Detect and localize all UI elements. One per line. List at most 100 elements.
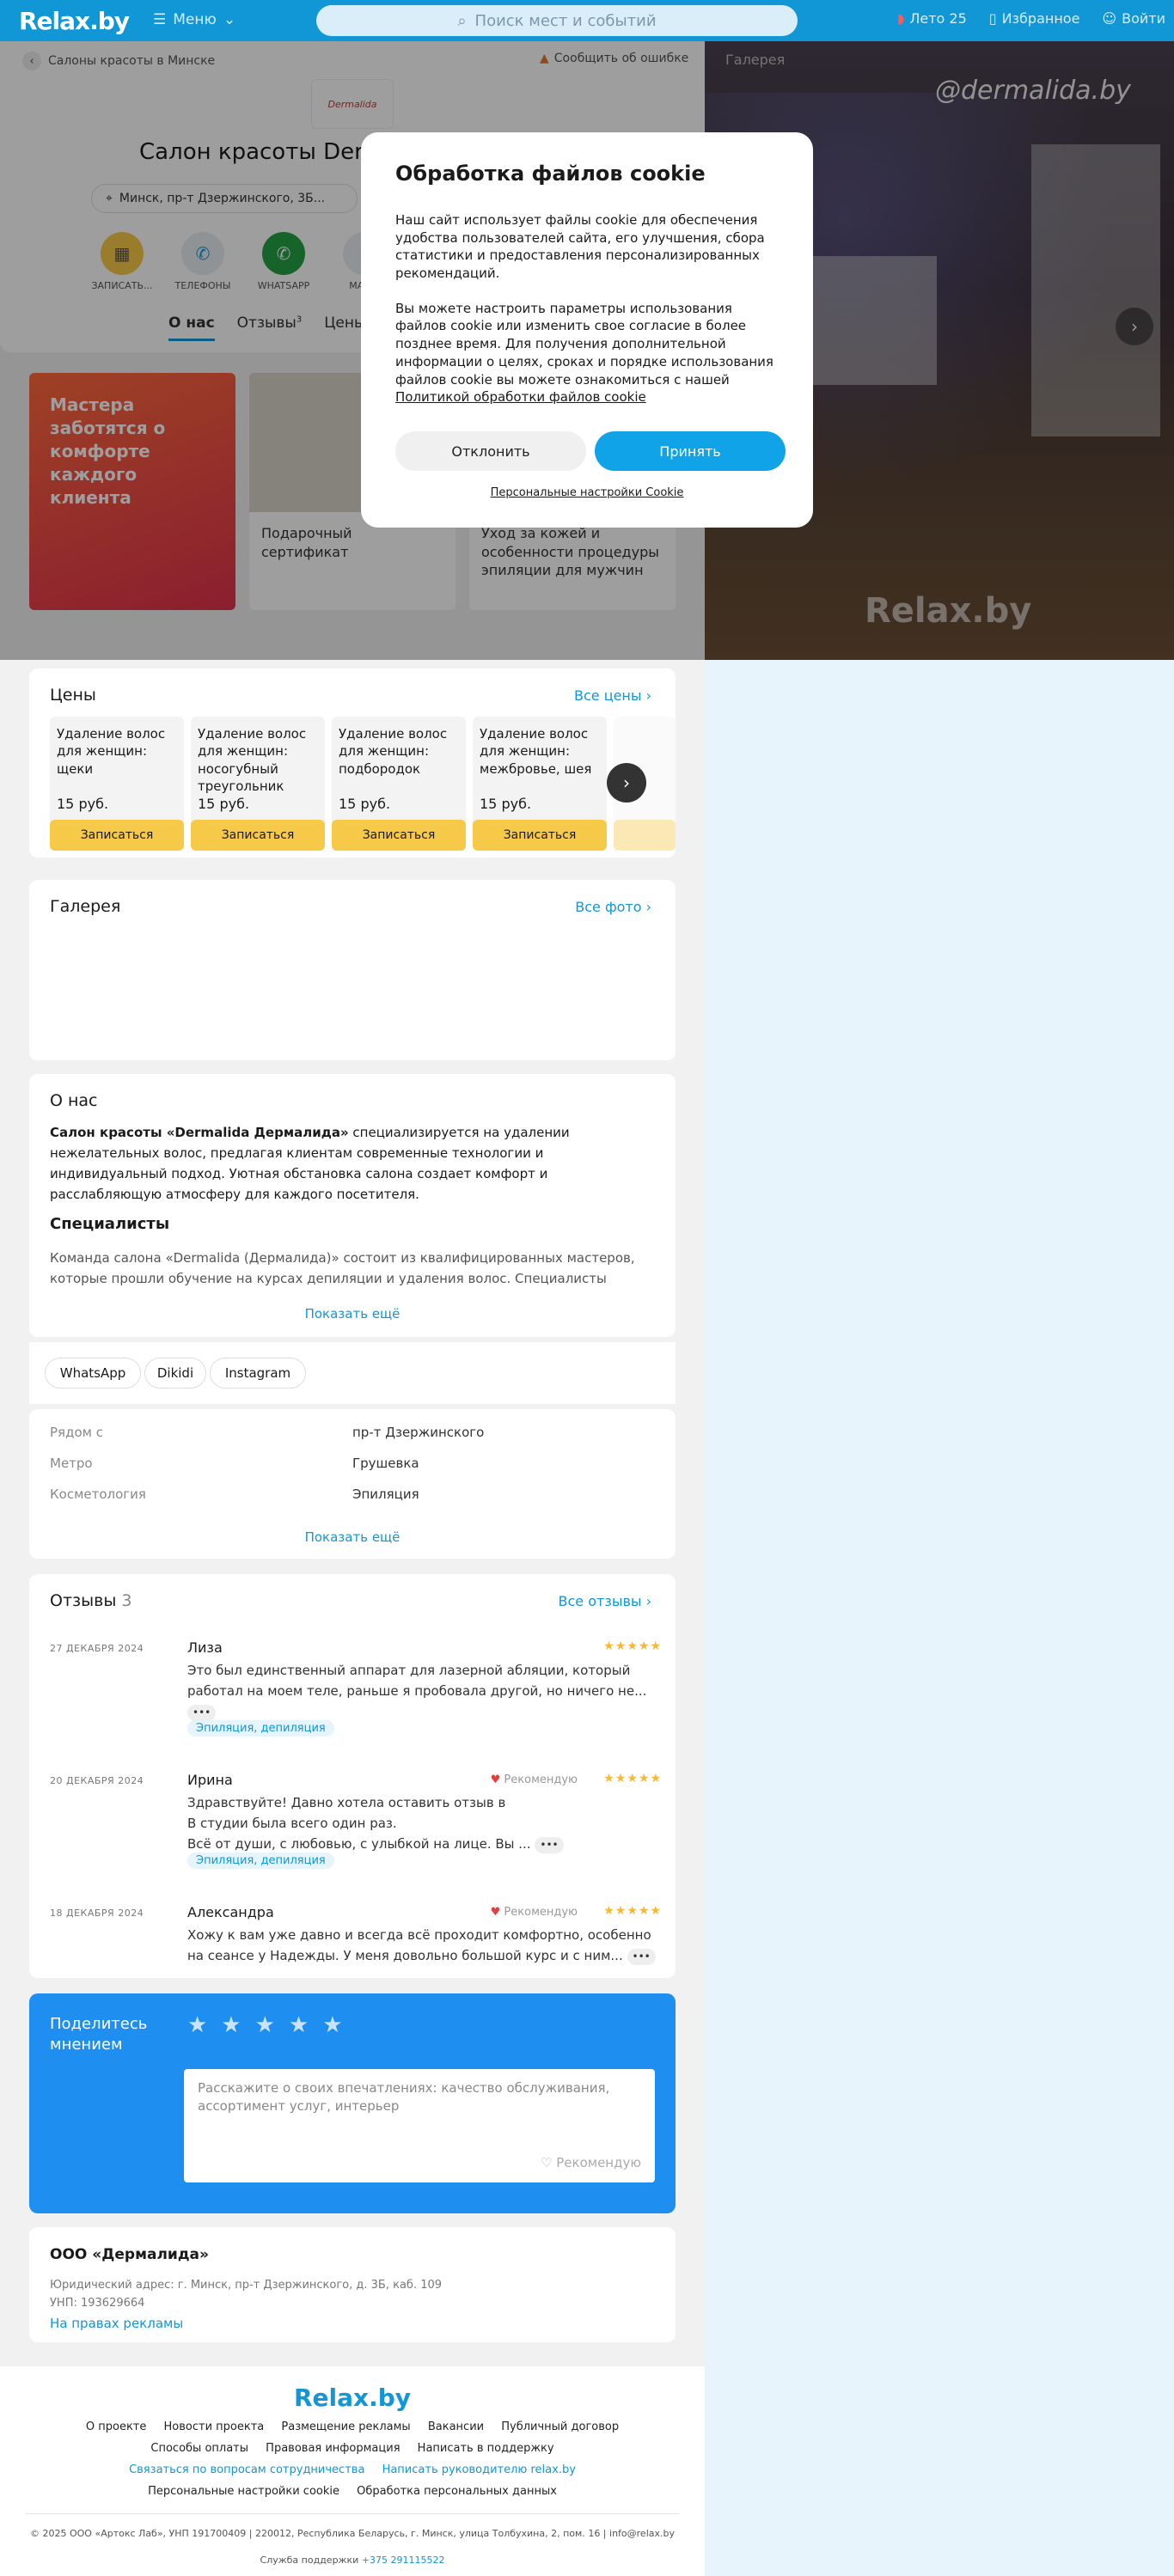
support-label: Служба поддержки	[260, 2555, 359, 2566]
price-card[interactable]: Удаление волос для женщин: подбородок 15…	[332, 717, 466, 851]
advertising-link[interactable]: На правах рекламы	[50, 2316, 183, 2331]
footer-link[interactable]: Вакансии	[428, 2420, 484, 2433]
company-name: ООО «Дермалида»	[50, 2246, 210, 2263]
top-bar: Relax.by ☰ Меню ⌄ ⌕ Поиск мест и событий…	[0, 0, 1174, 41]
heart-icon: ♥	[490, 1773, 501, 1786]
cookie-settings-link[interactable]: Персональные настройки Cookie	[361, 486, 813, 499]
service-name: Удаление волос для женщин: подбородок	[339, 726, 448, 777]
heart-icon: ♥	[490, 1906, 501, 1919]
fact-row: Рядом с пр-т Дзержинского	[50, 1425, 651, 1440]
service-price: 15 руб.	[339, 796, 391, 812]
review-text-content: Это был единственный аппарат для лазерно…	[187, 1663, 647, 1699]
all-reviews-link[interactable]: Все отзывы ›	[559, 1593, 652, 1609]
more-icon[interactable]: •••	[627, 1949, 656, 1966]
footer-link[interactable]: Написать руководителю relax.by	[382, 2463, 576, 2476]
review-tag[interactable]: Эпиляция, депиляция	[187, 1720, 334, 1737]
footer-link[interactable]: Новости проекта	[164, 2420, 265, 2433]
site-logo[interactable]: Relax.by	[19, 7, 130, 35]
footer-link[interactable]: Связаться по вопросам сотрудничества	[129, 2463, 364, 2476]
book-button[interactable]: Записаться	[50, 820, 184, 851]
decline-button[interactable]: Отклонить	[395, 431, 586, 471]
facts-section: Рядом с пр-т Дзержинского Метро Грушевка К…	[29, 1409, 676, 1559]
review-text: Это был единственный аппарат для лазерно…	[187, 1660, 662, 1722]
instagram-link[interactable]: Instagram	[210, 1358, 306, 1389]
book-button[interactable]: Записаться	[191, 820, 325, 851]
legal-address: Юридический адрес: г. Минск, пр-т Дзержи…	[50, 2279, 443, 2292]
fact-key: Косметология	[50, 1486, 146, 1502]
chevron-right-icon[interactable]: ›	[607, 763, 646, 803]
support-phone[interactable]: +375 291115522	[362, 2555, 445, 2566]
footer-link[interactable]: Способы оплаты	[150, 2442, 248, 2455]
hamburger-icon: ☰	[153, 11, 167, 28]
recommend-badge: ♥ Рекомендую	[491, 1773, 578, 1786]
footer-link[interactable]: Написать в поддержку	[418, 2442, 554, 2455]
search-input[interactable]: ⌕ Поиск мест и событий	[316, 5, 798, 36]
cookie-text-1: Наш сайт использует файлы cookie для обе…	[395, 212, 765, 282]
review-author: Александра	[187, 1904, 274, 1920]
favorites-label: Избранное	[1001, 10, 1080, 27]
price-card[interactable]: Удаление волос для женщин: межбровье, ше…	[473, 717, 607, 851]
company-info: ООО «Дермалида» Юридический адрес: г. Ми…	[29, 2227, 676, 2342]
login-label: Войти	[1122, 10, 1165, 27]
login-link[interactable]: ☺ Войти	[1102, 10, 1165, 27]
review-item: 18 ДЕКАБРЯ 2024 Александра ♥ Рекомендую …	[50, 1904, 662, 1968]
fact-row: Косметология Эпиляция	[50, 1486, 651, 1502]
review-text: Здравствуйте! Давно хотела оставить отзы…	[187, 1792, 662, 1854]
rating-stars: ★★★★★	[603, 1639, 662, 1653]
fact-value[interactable]: пр-т Дзержинского	[352, 1425, 484, 1440]
footer-links-row: О проекте Новости проекта Размещение рек…	[0, 2420, 705, 2433]
favorites-link[interactable]: ▯ Избранное	[989, 10, 1080, 27]
review-textarea[interactable]: Расскажите о своих впечатлениях: качеств…	[184, 2069, 655, 2182]
fact-value[interactable]: Эпиляция	[352, 1486, 419, 1502]
all-photos-link[interactable]: Все фото ›	[575, 899, 651, 915]
company-details: Юридический адрес: г. Минск, пр-т Дзержи…	[50, 2277, 442, 2334]
fact-value[interactable]: Грушевка	[352, 1456, 419, 1471]
footer-links-row: Персональные настройки cookie Обработка …	[0, 2485, 705, 2498]
summer-link[interactable]: ◗ Лето 25	[897, 10, 967, 27]
footer: Relax.by О проекте Новости проекта Разме…	[0, 2366, 705, 2576]
all-prices-link[interactable]: Все цены ›	[574, 687, 651, 704]
reviews-section: Отзывы 3 Все отзывы › 27 ДЕКАБРЯ 2024 Ли…	[29, 1574, 676, 1978]
whatsapp-link[interactable]: WhatsApp	[45, 1358, 141, 1389]
link-label: Все цены	[573, 687, 642, 704]
review-line: В студии была всего один раз.	[187, 1816, 397, 1831]
book-button[interactable]: Записаться	[332, 820, 466, 851]
review-tag[interactable]: Эпиляция, депиляция	[187, 1853, 334, 1869]
footer-logo[interactable]: Relax.by	[0, 2366, 705, 2412]
footer-link[interactable]: Обработка персональных данных	[357, 2485, 557, 2498]
watermelon-icon: ◗	[896, 10, 905, 27]
search-placeholder: Поиск мест и событий	[474, 11, 657, 30]
price-card[interactable]: Удаление волос для женщин: щеки 15 руб. …	[50, 717, 184, 851]
fact-key: Рядом с	[50, 1425, 103, 1440]
reviews-count: 3	[121, 1591, 132, 1610]
service-price: 15 руб.	[480, 796, 532, 812]
more-icon[interactable]: •••	[187, 1705, 217, 1722]
footer-link[interactable]: Правовая информация	[266, 2442, 400, 2455]
accept-button[interactable]: Принять	[595, 431, 786, 471]
review-date: 20 ДЕКАБРЯ 2024	[50, 1775, 144, 1786]
price-card[interactable]: Удаление волос для женщин: носогубный тр…	[191, 717, 325, 851]
cookie-policy-link[interactable]: Политикой обработки файлов cookie	[395, 389, 646, 405]
cookie-dialog: Обработка файлов cookie Наш сайт использ…	[361, 132, 813, 528]
recommend-checkbox[interactable]: ♡ Рекомендую	[541, 2154, 641, 2172]
cookie-text-2: Вы можете настроить параметры использова…	[395, 300, 779, 406]
footer-link[interactable]: О проекте	[86, 2420, 147, 2433]
dikidi-link[interactable]: Dikidi	[144, 1358, 206, 1389]
section-title: Цены	[50, 686, 96, 705]
bookmark-icon: ▯	[988, 10, 997, 27]
show-more-button[interactable]: Показать ещё	[29, 1529, 676, 1545]
summer-label: Лето 25	[909, 10, 967, 27]
footer-link[interactable]: Публичный договор	[501, 2420, 619, 2433]
menu-button[interactable]: ☰ Меню ⌄	[153, 11, 235, 28]
more-icon[interactable]: •••	[535, 1837, 564, 1854]
footer-link[interactable]: Размещение рекламы	[281, 2420, 410, 2433]
rating-input-stars[interactable]: ★★★★★	[187, 2012, 357, 2038]
book-button[interactable]: Записаться	[473, 820, 607, 851]
show-more-button[interactable]: Показать ещё	[29, 1306, 676, 1322]
divider	[26, 2513, 679, 2514]
footer-link[interactable]: Персональные настройки cookie	[148, 2485, 339, 2498]
chevron-down-icon: ⌄	[223, 11, 236, 28]
fact-row: Метро Грушевка	[50, 1456, 651, 1471]
gallery-section: Галерея Все фото ›	[29, 880, 676, 1060]
book-button[interactable]	[614, 820, 676, 851]
